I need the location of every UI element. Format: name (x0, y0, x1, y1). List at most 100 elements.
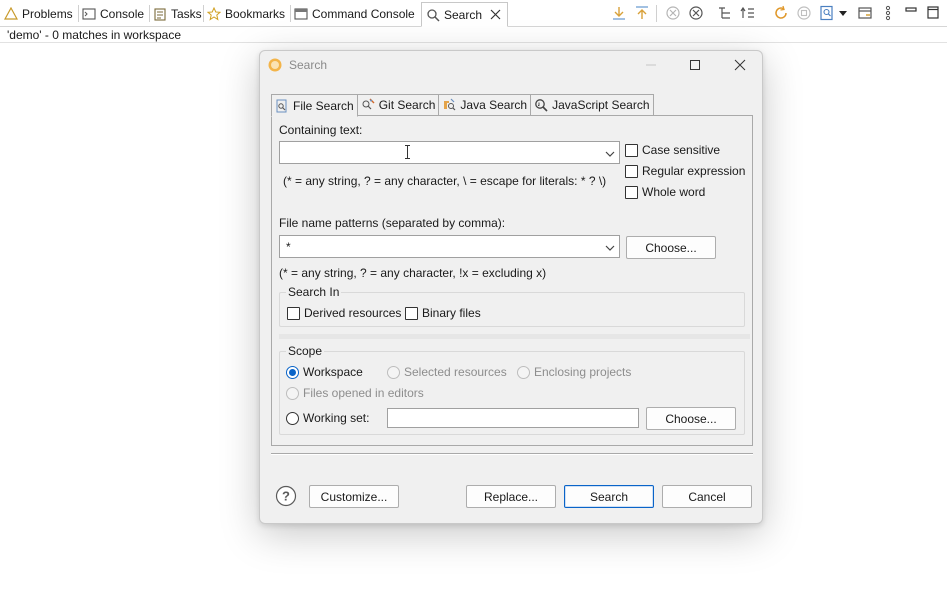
scope-selected-resources-radio[interactable]: Selected resources (387, 365, 507, 379)
replace-button[interactable]: Replace... (466, 485, 556, 508)
refresh-icon[interactable] (773, 5, 789, 21)
eclipse-logo-icon (268, 58, 282, 72)
regular-expression-checkbox[interactable]: Regular expression (625, 164, 745, 178)
tab-git-search-label: Git Search (378, 98, 436, 112)
case-sensitive-checkbox[interactable]: Case sensitive (625, 143, 720, 157)
close-icon[interactable] (730, 55, 750, 75)
cancel-search-icon[interactable] (796, 5, 812, 21)
dialog-tab-strip: File Search Git Search Java Search JavaS… (271, 94, 654, 117)
regular-expression-label: Regular expression (642, 164, 746, 178)
minimize-icon[interactable] (641, 55, 661, 75)
divider (656, 5, 657, 22)
dialog-title-bar[interactable]: Search (260, 51, 762, 79)
file-patterns-hint: (* = any string, ? = any character, !x =… (279, 266, 547, 280)
tab-bookmarks-label: Bookmarks (225, 7, 286, 21)
radio-dot[interactable] (286, 386, 299, 400)
text-cursor-icon (405, 145, 410, 159)
scope-files-opened-radio[interactable]: Files opened in editors (286, 386, 424, 400)
tasks-icon (153, 7, 167, 21)
radio-dot[interactable] (286, 411, 299, 425)
search-history-icon[interactable] (819, 5, 835, 21)
cancel-button[interactable]: Cancel (662, 485, 752, 508)
tab-bookmarks[interactable]: Bookmarks (207, 3, 285, 25)
scope-working-set-radio[interactable]: Working set: (286, 411, 369, 425)
scope-workspace-radio[interactable]: Workspace (286, 365, 363, 379)
file-patterns-input[interactable]: * (279, 235, 620, 258)
search-button[interactable]: Search (564, 485, 654, 508)
chevron-down-icon[interactable] (605, 148, 615, 158)
tab-javascript-search[interactable]: JavaScript Search (531, 94, 654, 116)
checkbox-box[interactable] (287, 306, 300, 320)
tab-console-label: Console (100, 7, 145, 21)
tab-problems-label: Problems (22, 7, 73, 21)
whole-word-checkbox[interactable]: Whole word (625, 185, 705, 199)
customize-button[interactable]: Customize... (309, 485, 399, 508)
help-icon[interactable]: ? (275, 485, 297, 507)
maximize-icon[interactable] (925, 5, 941, 21)
divider (203, 5, 204, 22)
file-patterns-label: File name patterns (separated by comma): (279, 216, 506, 230)
minimize-icon[interactable] (903, 5, 919, 21)
command-console-icon (294, 7, 308, 21)
collapse-all-icon[interactable] (634, 5, 650, 21)
java-search-icon (442, 98, 456, 112)
workspace-label: Workspace (303, 365, 363, 379)
containing-text-hint: (* = any string, ? = any character, \ = … (283, 174, 607, 188)
search-icon (426, 8, 440, 22)
checkbox-box[interactable] (625, 185, 638, 199)
search-in-title: Search In (286, 285, 342, 299)
working-set-field[interactable] (387, 408, 639, 428)
dialog-title: Search (289, 58, 328, 72)
view-tab-bar: Problems Console Tasks Bookmarks Command… (0, 0, 947, 27)
case-sensitive-label: Case sensitive (642, 143, 721, 157)
checkbox-box[interactable] (625, 143, 638, 157)
tab-file-search-label: File Search (293, 98, 354, 113)
derived-resources-checkbox[interactable]: Derived resources (287, 306, 401, 320)
tab-command-console-label: Command Console (312, 7, 415, 21)
tab-search[interactable]: Search (421, 2, 509, 27)
tab-search-label: Search (444, 7, 483, 22)
tab-command-console[interactable]: Command Console (294, 3, 415, 25)
scope-title: Scope (286, 344, 325, 358)
maximize-icon[interactable] (685, 55, 705, 75)
remove-all-matches-icon[interactable] (688, 5, 704, 21)
divider (279, 334, 750, 339)
enclosing-projects-label: Enclosing projects (534, 365, 632, 379)
expand-all-icon[interactable] (611, 5, 627, 21)
containing-text-label: Containing text: (279, 123, 363, 137)
binary-files-label: Binary files (422, 306, 481, 320)
working-set-label: Working set: (303, 411, 370, 425)
tab-tasks[interactable]: Tasks (153, 3, 202, 25)
chevron-down-icon[interactable] (605, 242, 615, 252)
checkbox-box[interactable] (625, 164, 638, 178)
divider (149, 5, 150, 22)
radio-dot[interactable] (387, 365, 400, 379)
bookmark-icon (207, 7, 221, 21)
close-icon[interactable] (490, 9, 501, 20)
search-result-status: 'demo' - 0 matches in workspace (7, 28, 181, 42)
show-next-match-icon[interactable] (740, 5, 756, 21)
tab-console[interactable]: Console (82, 3, 144, 25)
scope-enclosing-projects-radio[interactable]: Enclosing projects (517, 365, 631, 379)
file-patterns-value: * (286, 240, 291, 254)
chevron-down-icon[interactable] (838, 5, 848, 21)
selected-resources-label: Selected resources (404, 365, 507, 379)
choose-working-set-button[interactable]: Choose... (646, 407, 736, 430)
tab-git-search[interactable]: Git Search (357, 94, 440, 116)
pin-view-icon[interactable] (857, 5, 873, 21)
svg-text:?: ? (282, 489, 290, 504)
javascript-search-icon (534, 98, 548, 112)
tab-file-search[interactable]: File Search (271, 94, 358, 117)
containing-text-input[interactable] (279, 141, 620, 164)
binary-files-checkbox[interactable]: Binary files (405, 306, 481, 320)
remove-match-icon[interactable] (665, 5, 681, 21)
tab-java-search[interactable]: Java Search (439, 94, 532, 116)
choose-patterns-button[interactable]: Choose... (626, 236, 716, 259)
checkbox-box[interactable] (405, 306, 418, 320)
tab-problems[interactable]: Problems (4, 3, 73, 25)
radio-dot[interactable] (286, 365, 299, 379)
view-menu-icon[interactable] (880, 5, 896, 21)
derived-resources-label: Derived resources (304, 306, 402, 320)
tree-layout-icon[interactable] (717, 5, 733, 21)
radio-dot[interactable] (517, 365, 530, 379)
